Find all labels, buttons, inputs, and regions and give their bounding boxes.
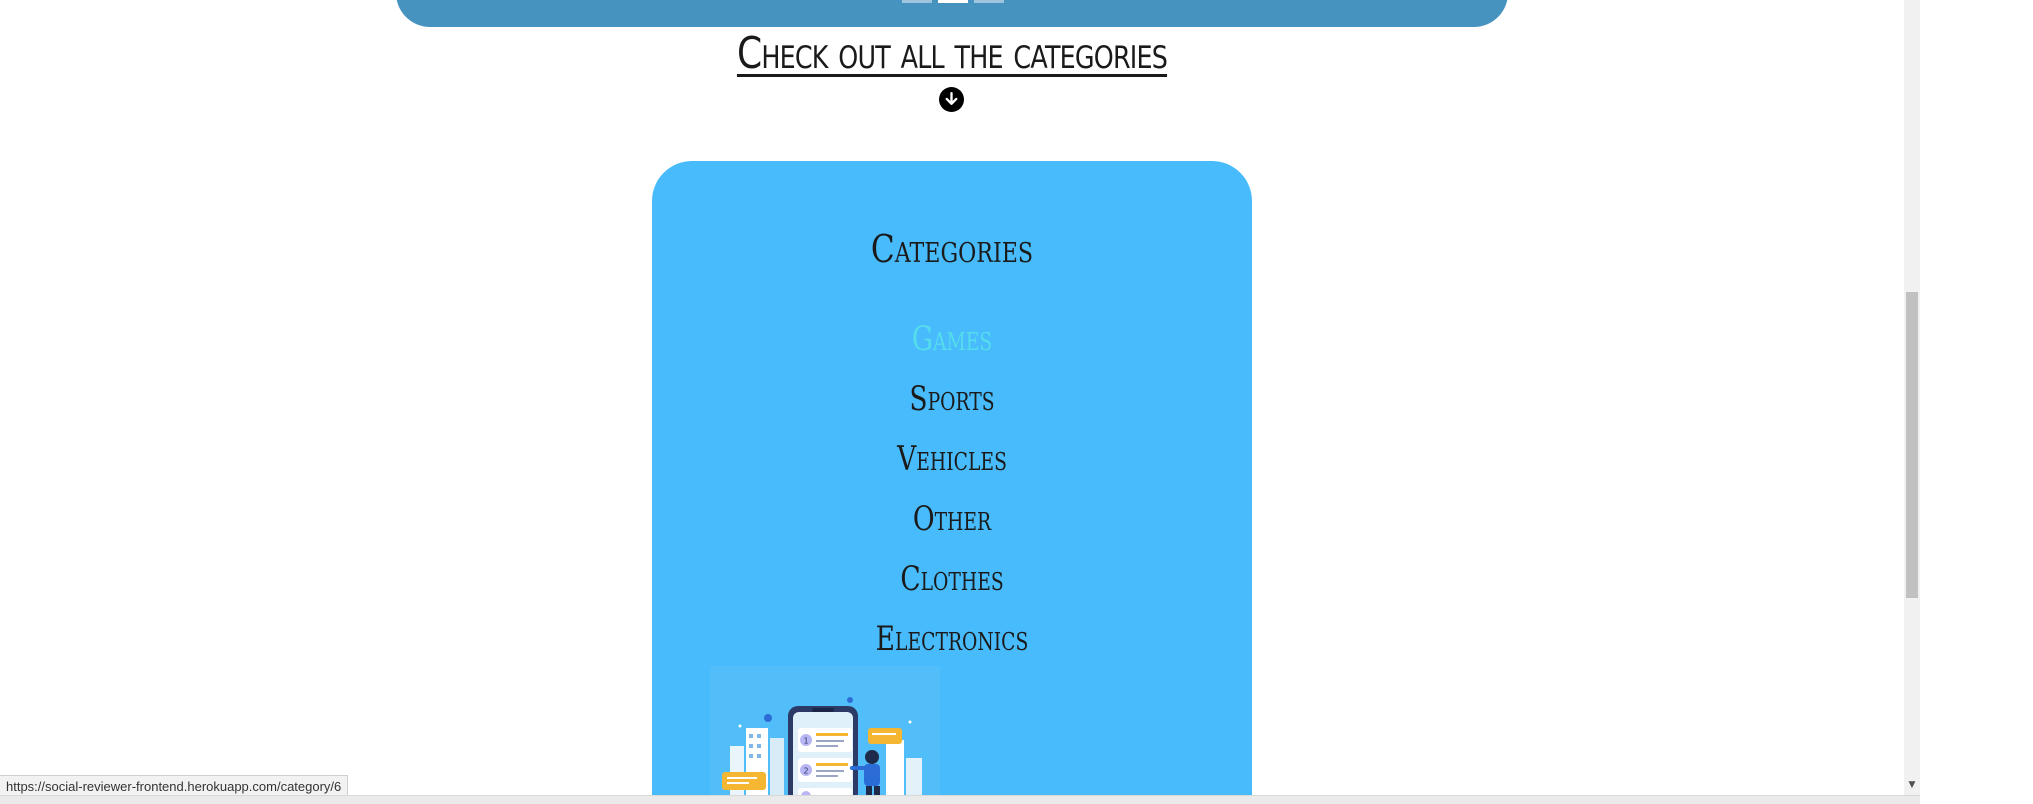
carousel-indicator[interactable]: [974, 0, 1004, 3]
phone-with-reviews-illustration: 1 2: [710, 666, 940, 803]
top-carousel-banner: [396, 0, 1508, 27]
carousel-indicators: [902, 0, 1004, 3]
category-link-electronics[interactable]: Electronics: [718, 609, 1186, 669]
carousel-indicator[interactable]: [902, 0, 932, 3]
categories-card: Categories Games Sports Vehicles Other C…: [652, 161, 1252, 803]
category-link-vehicles[interactable]: Vehicles: [718, 429, 1186, 489]
category-link-clothes[interactable]: Clothes: [718, 549, 1186, 609]
scroll-down-arrow-icon[interactable]: ▼: [1904, 780, 1920, 792]
section-heading: Check out all the categories: [736, 28, 1168, 79]
categories-title: Categories: [870, 227, 1034, 271]
carousel-indicator-active[interactable]: [938, 0, 968, 3]
category-link-sports[interactable]: Sports: [718, 369, 1186, 429]
svg-text:1: 1: [804, 737, 809, 746]
category-link-other[interactable]: Other: [718, 489, 1186, 549]
categories-list: Games Sports Vehicles Other Clothes Elec…: [652, 309, 1252, 669]
svg-text:2: 2: [804, 767, 809, 776]
category-link-games[interactable]: Games: [718, 309, 1186, 369]
arrow-down-circle-icon[interactable]: [939, 87, 964, 112]
vertical-scrollbar-thumb[interactable]: [1906, 292, 1918, 598]
arrow-down-icon: [945, 91, 958, 105]
